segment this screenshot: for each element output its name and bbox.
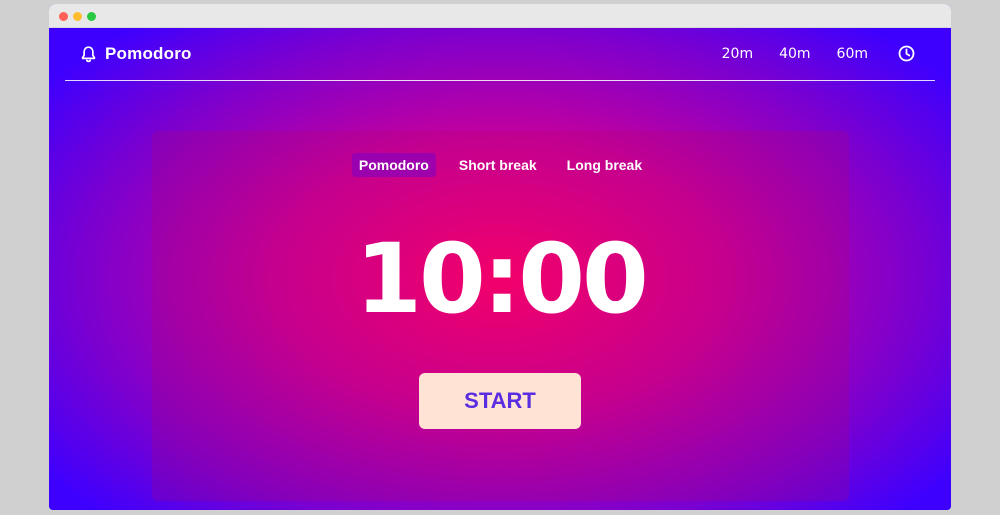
timer-card: Pomodoro Short break Long break 10:00 ST… bbox=[152, 131, 849, 501]
maximize-window-button[interactable] bbox=[87, 12, 96, 21]
timer-display: 10:00 bbox=[355, 223, 649, 335]
browser-window: Pomodoro 20m 40m 60m Pomodoro Short brea… bbox=[49, 4, 951, 510]
brand-label: Pomodoro bbox=[105, 44, 192, 63]
tab-long-break[interactable]: Long break bbox=[560, 153, 649, 177]
brand[interactable]: Pomodoro bbox=[80, 44, 192, 64]
mode-tabs: Pomodoro Short break Long break bbox=[152, 153, 849, 177]
tab-pomodoro[interactable]: Pomodoro bbox=[351, 153, 436, 177]
nav-40m[interactable]: 40m bbox=[779, 46, 810, 62]
bell-icon bbox=[80, 45, 97, 63]
nav-20m[interactable]: 20m bbox=[722, 46, 753, 62]
duration-nav: 20m 40m 60m bbox=[696, 45, 915, 62]
window-titlebar bbox=[49, 4, 951, 28]
tab-short-break[interactable]: Short break bbox=[452, 153, 544, 177]
app-page: Pomodoro 20m 40m 60m Pomodoro Short brea… bbox=[49, 28, 951, 510]
start-button[interactable]: START bbox=[419, 373, 581, 429]
minimize-window-button[interactable] bbox=[73, 12, 82, 21]
nav-60m[interactable]: 60m bbox=[837, 46, 868, 62]
clock-icon[interactable] bbox=[898, 45, 915, 62]
close-window-button[interactable] bbox=[59, 12, 68, 21]
app-header: Pomodoro 20m 40m 60m bbox=[65, 28, 935, 81]
